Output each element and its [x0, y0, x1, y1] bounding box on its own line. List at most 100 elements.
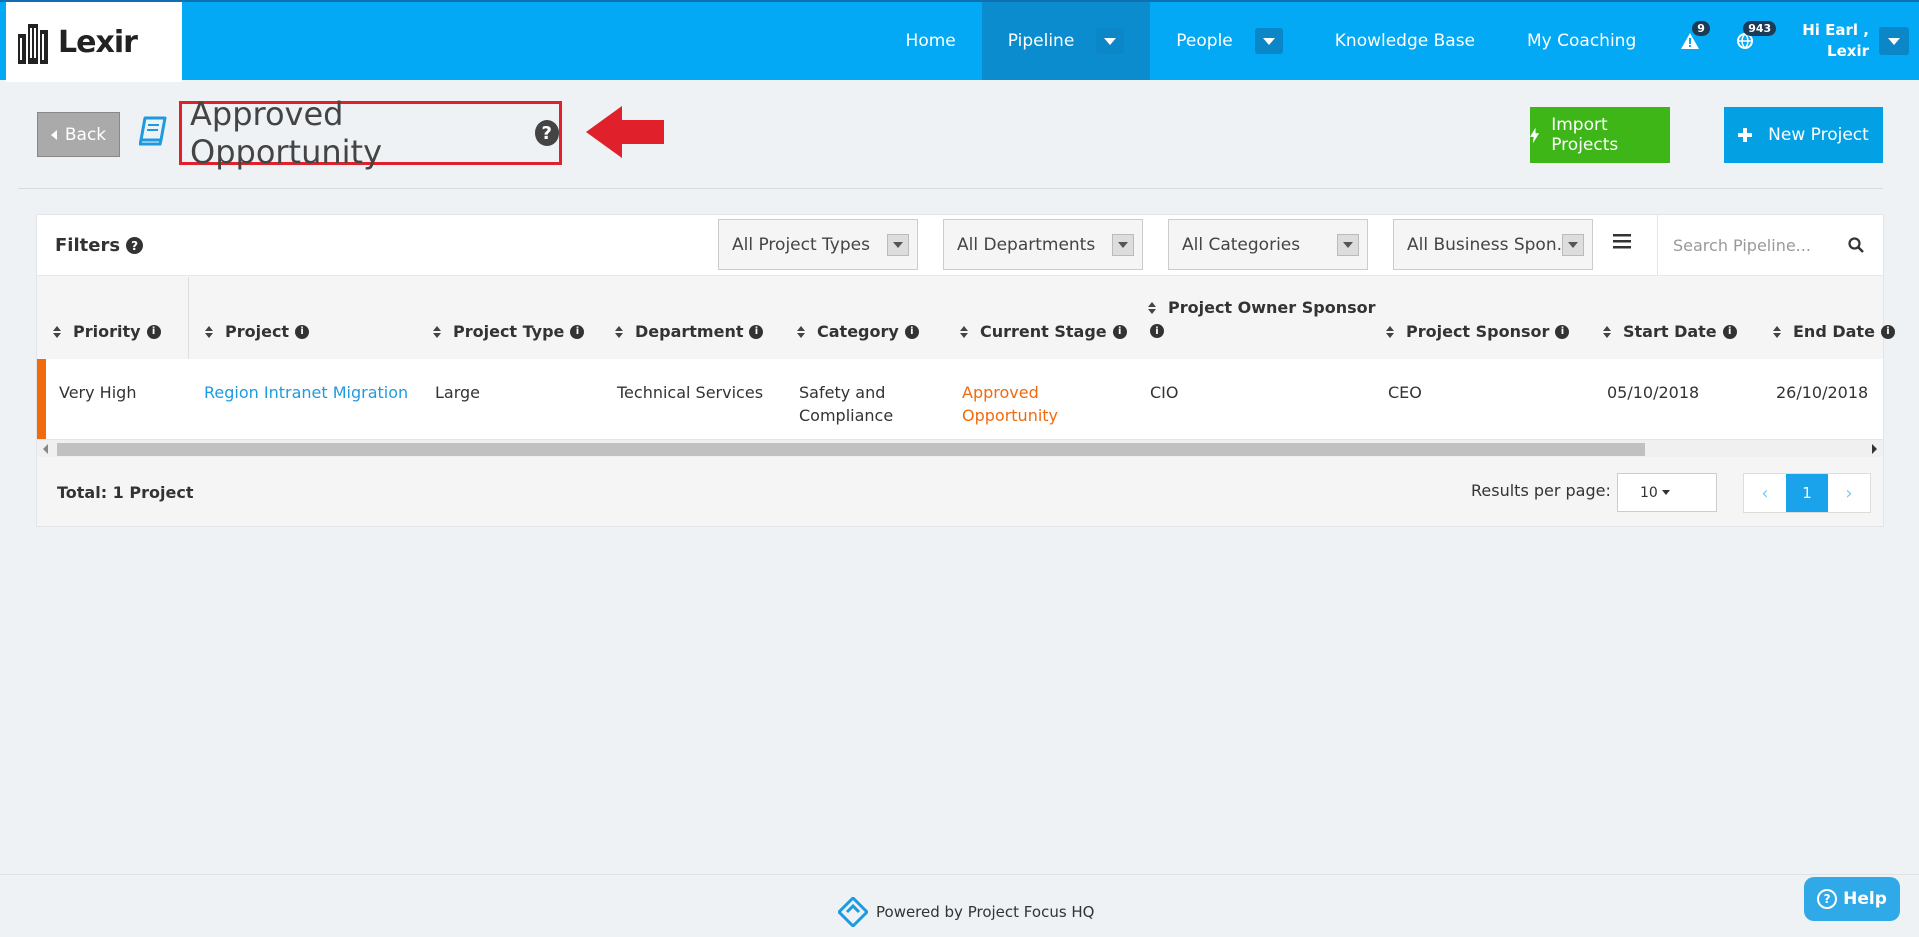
column-end-date[interactable]: End Date i	[1773, 322, 1895, 341]
cell-category: Safety and Compliance	[799, 381, 893, 427]
column-priority[interactable]: Priority i	[53, 322, 161, 341]
cell-owner-sponsor: CIO	[1150, 383, 1179, 402]
caret-down-icon	[1661, 490, 1670, 495]
filters-help-icon[interactable]: ?	[126, 237, 144, 254]
top-navbar: Lexir Home Pipeline People Knowledge Bas…	[0, 0, 1919, 82]
nav-people[interactable]: People	[1150, 2, 1308, 80]
next-page-button[interactable]: ›	[1828, 474, 1870, 512]
scrollbar-thumb[interactable]	[57, 443, 1645, 456]
column-project-type-label: Project Type	[453, 322, 565, 341]
logo[interactable]: Lexir	[6, 2, 182, 82]
back-button[interactable]: Back	[37, 112, 120, 157]
globe-button[interactable]: 943	[1717, 2, 1777, 80]
back-button-label: Back	[64, 124, 107, 145]
page-button-current[interactable]: 1	[1786, 474, 1828, 512]
alerts-button[interactable]: 9	[1662, 2, 1717, 80]
sort-icon	[53, 326, 61, 338]
column-current-stage[interactable]: Current Stage i	[960, 322, 1127, 341]
info-icon: i	[904, 324, 919, 339]
help-label: Help	[1843, 889, 1887, 909]
info-icon: i	[1722, 324, 1737, 339]
pipeline-dropdown-caret[interactable]	[1096, 28, 1125, 54]
scroll-right-icon[interactable]	[1872, 444, 1877, 454]
cell-stage-line1: Approved	[962, 383, 1039, 402]
nav-home[interactable]: Home	[880, 2, 982, 80]
chevron-down-icon	[1337, 234, 1359, 256]
sort-icon	[1386, 326, 1394, 338]
cell-current-stage: Approved Opportunity	[962, 381, 1058, 427]
chevron-down-icon	[887, 234, 909, 256]
column-department[interactable]: Department i	[615, 322, 764, 341]
search-box	[1657, 215, 1885, 275]
categories-value: All Categories	[1182, 234, 1301, 255]
chevron-down-icon	[1112, 234, 1134, 256]
nav-pipeline[interactable]: Pipeline	[981, 2, 1151, 80]
question-icon: ?	[1817, 889, 1838, 909]
filters-label: Filters ?	[55, 235, 144, 256]
people-dropdown-caret[interactable]	[1254, 28, 1283, 54]
import-projects-button[interactable]: Import Projects	[1530, 107, 1670, 163]
departments-select[interactable]: All Departments	[943, 219, 1143, 270]
filters-label-text: Filters	[55, 235, 121, 256]
departments-value: All Departments	[957, 234, 1096, 255]
chevron-down-icon	[1562, 234, 1584, 256]
sort-icon	[797, 326, 805, 338]
sort-icon	[1148, 302, 1156, 314]
sort-icon	[433, 326, 441, 338]
table-row[interactable]: Very High Region Intranet Migration Larg…	[37, 359, 1883, 439]
column-owner-sponsor-label: Project Owner Sponsor	[1168, 298, 1376, 317]
header-divider	[18, 188, 1883, 189]
nav-knowledge-base[interactable]: Knowledge Base	[1309, 2, 1501, 80]
user-greeting: Hi Earl ,	[1802, 21, 1869, 39]
cell-project-sponsor: CEO	[1388, 383, 1422, 402]
user-org: Lexir	[1827, 42, 1869, 60]
nav-my-coaching[interactable]: My Coaching	[1501, 2, 1662, 80]
new-project-label: New Project	[1768, 125, 1869, 145]
pagination: ‹ 1 ›	[1743, 473, 1871, 513]
nav-pipeline-label: Pipeline	[1007, 31, 1075, 51]
column-project[interactable]: Project i	[205, 322, 310, 341]
search-icon[interactable]	[1848, 237, 1864, 253]
alerts-badge: 9	[1692, 21, 1710, 36]
project-types-select[interactable]: All Project Types	[718, 219, 918, 270]
search-input[interactable]	[1658, 235, 1848, 255]
results-per-page-value: 10	[1640, 484, 1658, 501]
horizontal-scrollbar[interactable]	[37, 439, 1883, 457]
cell-project-type: Large	[435, 383, 481, 402]
categories-select[interactable]: All Categories	[1168, 219, 1368, 270]
new-project-button[interactable]: New Project	[1724, 107, 1883, 163]
column-category[interactable]: Category i	[797, 322, 919, 341]
info-icon: i	[570, 324, 585, 339]
column-priority-label: Priority	[73, 322, 141, 341]
results-per-page-label: Results per page:	[1471, 481, 1611, 500]
column-category-label: Category	[817, 322, 899, 341]
info-icon: i	[749, 324, 764, 339]
column-project-sponsor[interactable]: Project Sponsor i	[1386, 322, 1570, 341]
column-divider	[188, 277, 189, 359]
powered-by[interactable]: Powered by Project Focus HQ	[838, 897, 1095, 927]
page-title: Approved Opportunity	[190, 95, 383, 171]
cell-project-link[interactable]: Region Intranet Migration	[204, 381, 408, 404]
main-nav: Home Pipeline People Knowledge Base My C…	[880, 2, 1919, 80]
cell-category-line1: Safety and	[799, 383, 886, 402]
question-icon[interactable]: ?	[534, 120, 559, 146]
help-button[interactable]: ? Help	[1804, 877, 1900, 921]
prev-page-button[interactable]: ‹	[1744, 474, 1786, 512]
sort-icon	[1773, 326, 1781, 338]
page-title-highlight: Approved Opportunity ?	[179, 95, 562, 171]
total-count: Total: 1 Project	[57, 483, 194, 502]
column-owner-sponsor[interactable]: Project Owner Sponsor	[1148, 298, 1376, 317]
project-focus-logo-icon	[838, 897, 868, 927]
cell-category-line2: Compliance	[799, 406, 894, 425]
column-start-date[interactable]: Start Date i	[1603, 322, 1737, 341]
column-project-type[interactable]: Project Type i	[433, 322, 585, 341]
user-dropdown-caret[interactable]	[1879, 27, 1909, 55]
sort-icon	[1603, 326, 1611, 338]
scroll-left-icon[interactable]	[43, 444, 48, 454]
results-per-page-select[interactable]: 10	[1617, 473, 1717, 512]
user-menu[interactable]: Hi Earl , Lexir	[1772, 2, 1879, 80]
sort-icon	[960, 326, 968, 338]
business-sponsors-select[interactable]: All Business Spon...	[1393, 219, 1593, 270]
list-icon[interactable]	[1613, 233, 1631, 249]
cell-stage-line2: Opportunity	[962, 406, 1059, 425]
